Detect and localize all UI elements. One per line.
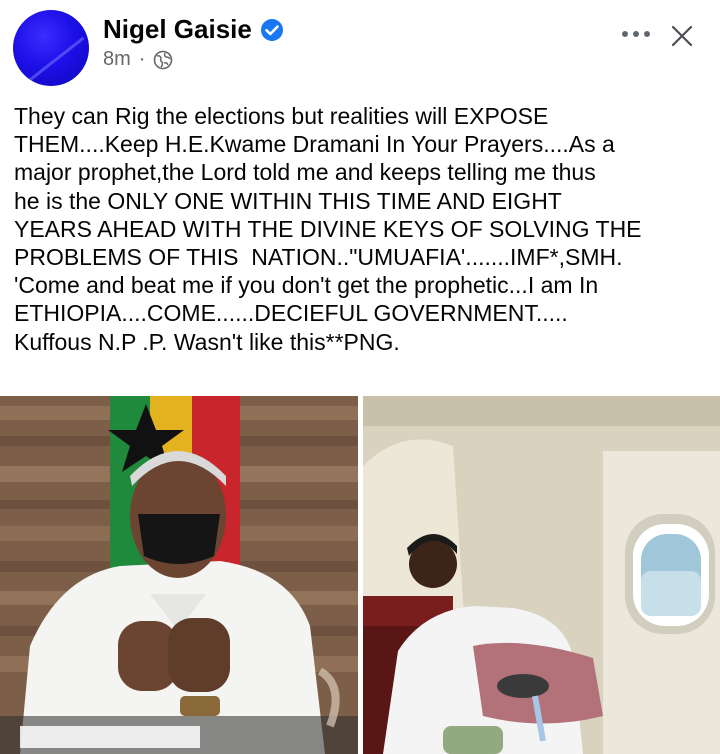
post-text-line: 'Come and beat me if you don't get the p… — [14, 272, 599, 299]
verified-badge-icon — [260, 18, 283, 41]
globe-icon[interactable] — [153, 50, 173, 70]
photo-man-on-airplane[interactable] — [363, 396, 720, 754]
post-text-line: Kuffous N.P .P. Wasn't like this**PNG. — [14, 328, 400, 355]
more-dot-icon — [622, 31, 628, 37]
photo-man-with-flag[interactable] — [0, 396, 358, 754]
post-text-line: THEM....Keep H.E.Kwame Dramani In Your P… — [14, 131, 615, 158]
photo-grid — [0, 396, 720, 754]
post-text-line: he is the ONLY ONE WITHIN THIS TIME AND … — [14, 187, 562, 214]
avatar[interactable] — [13, 10, 89, 86]
post-text-line: They can Rig the elections but realities… — [14, 103, 549, 129]
author-row: Nigel Gaisie — [103, 14, 284, 45]
close-icon[interactable] — [668, 22, 696, 50]
post-meta: 8m · — [103, 48, 173, 71]
more-dot-icon — [633, 31, 639, 37]
post-text-line: major prophet,the Lord told me and keeps… — [14, 159, 596, 186]
post-header: Nigel Gaisie 8m · — [0, 0, 720, 92]
post-text: They can Rig the elections but realities… — [14, 102, 714, 356]
post-text-line: PROBLEMS OF THIS NATION.."UMUAFIA'......… — [14, 244, 623, 271]
more-options-button[interactable] — [618, 22, 654, 46]
photo-man-on-airplane-image — [363, 396, 720, 754]
post-text-line: ETHIOPIA....COME......DECIEFUL GOVERNMEN… — [14, 300, 568, 327]
author-name[interactable]: Nigel Gaisie — [103, 14, 252, 45]
more-dot-icon — [644, 31, 650, 37]
meta-separator: · — [138, 48, 146, 70]
photo-man-with-flag-image — [0, 396, 358, 754]
post-time[interactable]: 8m — [103, 48, 131, 71]
post-text-line: YEARS AHEAD WITH THE DIVINE KEYS OF SOLV… — [14, 215, 642, 242]
